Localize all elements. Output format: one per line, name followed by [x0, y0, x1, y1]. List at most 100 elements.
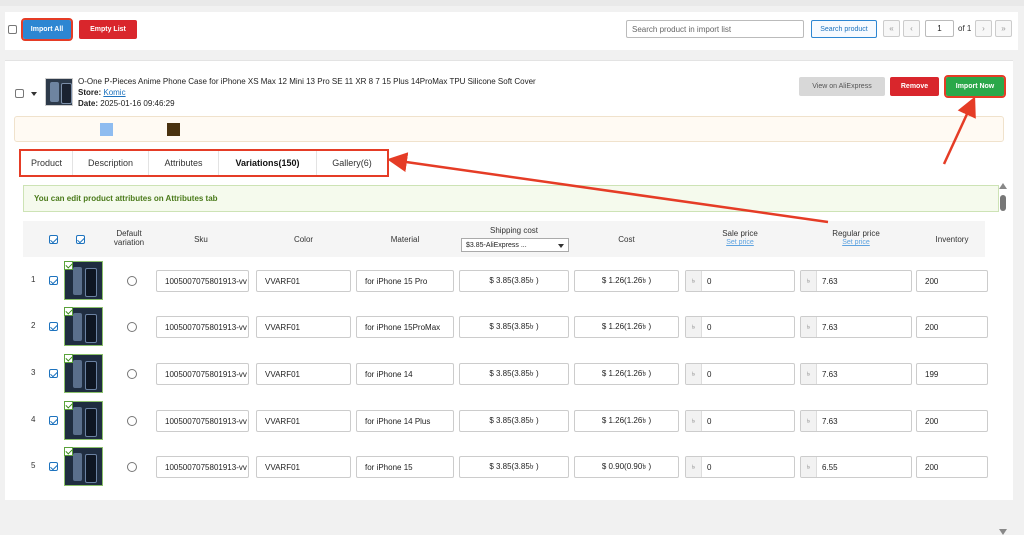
image-select-checkbox[interactable] — [64, 307, 73, 316]
product-date: Date: 2025-01-16 09:46:29 — [78, 99, 175, 108]
header-regular-price: Regular price Set price — [800, 229, 912, 246]
material-field[interactable]: for iPhone 15 — [356, 456, 454, 478]
last-page-button[interactable]: » — [995, 20, 1012, 37]
header-shipping-cost: Shipping cost — [489, 226, 539, 235]
import-all-button[interactable]: Import All — [21, 18, 73, 41]
sku-field[interactable]: 1005007075801913-vv — [156, 270, 249, 292]
inventory-field[interactable]: 200 — [916, 316, 988, 338]
color-swatch[interactable] — [167, 123, 180, 136]
regular-price-field[interactable]: ৳ 7.63 — [800, 363, 912, 385]
regular-price-field[interactable]: ৳ 6.55 — [800, 456, 912, 478]
image-select-checkbox[interactable] — [64, 261, 73, 270]
next-page-button[interactable]: › — [975, 20, 992, 37]
import-now-button[interactable]: Import Now — [944, 75, 1006, 98]
currency-prefix: ৳ — [686, 457, 702, 477]
sku-field[interactable]: 1005007075801913-vv — [156, 363, 249, 385]
variation-image[interactable] — [64, 447, 103, 486]
search-input[interactable]: Search product in import list — [626, 20, 804, 38]
prev-page-button[interactable]: ‹ — [903, 20, 920, 37]
image-select-checkbox[interactable] — [64, 354, 73, 363]
scroll-down-icon[interactable] — [999, 529, 1007, 535]
chevron-down-icon[interactable] — [31, 92, 37, 96]
color-field[interactable]: VVARF01 — [256, 316, 351, 338]
sale-set-price-link[interactable]: Set price — [685, 239, 795, 246]
color-field[interactable]: VVARF01 — [256, 410, 351, 432]
sku-field[interactable]: 1005007075801913-vv — [156, 410, 249, 432]
cost-value: $ 1.26(1.26৳ ) — [574, 270, 679, 292]
row-number: 4 — [31, 415, 36, 424]
variation-image[interactable] — [64, 261, 103, 300]
inventory-field[interactable]: 200 — [916, 270, 988, 292]
sale-price-field[interactable]: ৳ 0 — [685, 456, 795, 478]
sale-price-field[interactable]: ৳ 0 — [685, 363, 795, 385]
default-variation-radio[interactable] — [127, 462, 137, 472]
table-row: 3 1005007075801913-vv VVARF01 for iPhone 14… — [23, 351, 988, 397]
tab-description[interactable]: Description — [73, 151, 149, 175]
currency-prefix: ৳ — [801, 271, 817, 291]
first-page-button[interactable]: « — [883, 20, 900, 37]
variation-image[interactable] — [64, 307, 103, 346]
select-all-images-checkbox[interactable] — [76, 235, 85, 244]
inventory-field[interactable]: 200 — [916, 456, 988, 478]
row-select-checkbox[interactable] — [49, 276, 58, 285]
select-all-variations-checkbox[interactable] — [49, 235, 58, 244]
page-number-input[interactable]: 1 — [925, 20, 954, 37]
color-field[interactable]: VVARF01 — [256, 363, 351, 385]
material-field[interactable]: for iPhone 15 Pro — [356, 270, 454, 292]
tab-attributes[interactable]: Attributes — [149, 151, 219, 175]
date-value: 2025-01-16 09:46:29 — [100, 99, 175, 108]
variations-table-header: Default variation Sku Color Material Shi… — [23, 221, 985, 257]
remove-button[interactable]: Remove — [890, 77, 939, 96]
view-on-aliexpress-button[interactable]: View on AliExpress — [799, 77, 885, 96]
color-swatch[interactable] — [100, 123, 113, 136]
import-list-page: Import All Empty List Search product in … — [0, 0, 1024, 535]
variation-image[interactable] — [64, 354, 103, 393]
material-field[interactable]: for iPhone 15ProMax — [356, 316, 454, 338]
sku-field[interactable]: 1005007075801913-vv — [156, 316, 249, 338]
sale-price-field[interactable]: ৳ 0 — [685, 270, 795, 292]
tab-gallery[interactable]: Gallery(6) — [317, 151, 387, 175]
sale-price-field[interactable]: ৳ 0 — [685, 410, 795, 432]
regular-set-price-link[interactable]: Set price — [800, 239, 912, 246]
regular-price-field[interactable]: ৳ 7.63 — [800, 316, 912, 338]
variation-image[interactable] — [64, 401, 103, 440]
regular-price-field[interactable]: ৳ 7.63 — [800, 410, 912, 432]
tab-product[interactable]: Product — [21, 151, 73, 175]
top-strip — [0, 0, 1024, 6]
default-variation-radio[interactable] — [127, 369, 137, 379]
row-select-checkbox[interactable] — [49, 462, 58, 471]
select-all-checkbox[interactable] — [8, 25, 17, 34]
image-select-checkbox[interactable] — [64, 447, 73, 456]
scroll-thumb[interactable] — [1000, 195, 1006, 211]
currency-prefix: ৳ — [686, 364, 702, 384]
inventory-field[interactable]: 200 — [916, 410, 988, 432]
sku-field[interactable]: 1005007075801913-vv — [156, 456, 249, 478]
row-select-checkbox[interactable] — [49, 322, 58, 331]
sale-price-value: 0 — [707, 462, 712, 472]
default-variation-radio[interactable] — [127, 416, 137, 426]
default-variation-radio[interactable] — [127, 276, 137, 286]
tab-variations[interactable]: Variations(150) — [219, 151, 317, 175]
material-field[interactable]: for iPhone 14 Plus — [356, 410, 454, 432]
image-select-checkbox[interactable] — [64, 401, 73, 410]
row-select-checkbox[interactable] — [49, 416, 58, 425]
product-select-checkbox[interactable] — [15, 89, 24, 98]
sale-price-value: 0 — [707, 416, 712, 426]
inventory-field[interactable]: 199 — [916, 363, 988, 385]
store-link[interactable]: Komic — [103, 88, 125, 97]
color-field[interactable]: VVARF01 — [256, 270, 351, 292]
regular-price-field[interactable]: ৳ 7.63 — [800, 270, 912, 292]
color-field[interactable]: VVARF01 — [256, 456, 351, 478]
material-field[interactable]: for iPhone 14 — [356, 363, 454, 385]
chevron-down-icon — [558, 244, 564, 248]
row-select-checkbox[interactable] — [49, 369, 58, 378]
scroll-up-icon[interactable] — [999, 183, 1007, 189]
shipping-method-select[interactable]: $3.85-AliExpress ... — [461, 238, 569, 252]
regular-price-value: 7.63 — [822, 322, 838, 332]
empty-list-button[interactable]: Empty List — [79, 20, 137, 39]
search-product-button[interactable]: Search product — [811, 20, 877, 38]
table-scrollbar[interactable] — [998, 183, 1008, 535]
default-variation-radio[interactable] — [127, 322, 137, 332]
sale-price-field[interactable]: ৳ 0 — [685, 316, 795, 338]
cost-value: $ 1.26(1.26৳ ) — [574, 410, 679, 432]
